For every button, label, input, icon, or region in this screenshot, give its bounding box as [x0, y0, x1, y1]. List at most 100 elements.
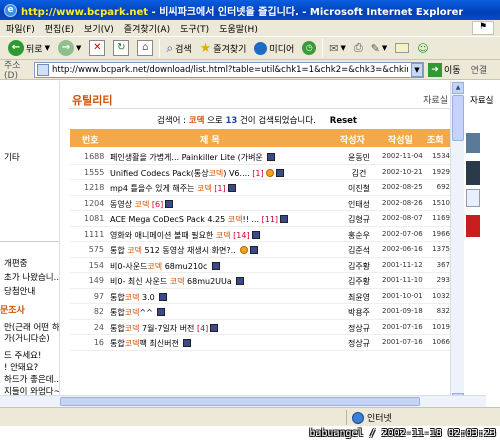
scroll-thumb[interactable] [452, 95, 464, 141]
row-title-link[interactable]: 영화와 애니메이션 볼때 필요한 코덱 [14] [110, 230, 338, 241]
row-title-link[interactable]: Unified Codecs Pack(통상코덱) V6.... [1] [110, 168, 338, 179]
favorites-button[interactable]: ★ 즐겨찾기 [198, 38, 249, 58]
forward-dropdown-icon[interactable]: ▼ [76, 44, 81, 52]
row-writer[interactable]: 정상규 [340, 323, 378, 334]
links-button[interactable]: 연결 [471, 63, 488, 76]
table-row[interactable]: 575 통합 코덱 512 동영상 재생시 화면?.. 김준석 2002-06-16… [70, 242, 450, 258]
discuss-button[interactable] [393, 38, 411, 58]
media-button[interactable]: 미디어 [252, 38, 296, 58]
download-disk-icon[interactable] [275, 168, 284, 177]
reset-link[interactable]: Reset [330, 116, 357, 126]
download-disk-icon[interactable] [236, 277, 245, 285]
download-disk-icon[interactable] [159, 292, 168, 301]
table-row[interactable]: 97 통합코덱 3.0 최윤영 2001-10-01 1032 [70, 289, 450, 304]
archive-link[interactable]: 자료실 [423, 93, 448, 106]
poll-item[interactable]: 드 주세요! [4, 349, 41, 361]
download-disk-icon[interactable] [210, 323, 219, 332]
row-title-link[interactable]: 통합코덱 7월-7일자 버전 [4] [110, 323, 338, 334]
address-input[interactable]: http://www.bcpark.net/download/list.html… [34, 61, 424, 78]
row-writer[interactable]: 홍순우 [340, 230, 378, 241]
vertical-scrollbar[interactable]: ▲ ▼ [450, 81, 464, 406]
download-disk-icon[interactable] [183, 339, 192, 347]
ad-banner-image[interactable] [466, 133, 480, 153]
messenger-button[interactable]: ☺ [415, 38, 430, 58]
stop-button[interactable]: ✕ [87, 38, 107, 58]
address-dropdown-icon[interactable]: ▼ [411, 62, 423, 77]
download-disk-icon[interactable] [280, 215, 289, 223]
row-writer[interactable]: 박용주 [340, 307, 378, 318]
menu-edit[interactable]: 편집(E) [45, 22, 74, 35]
mail-button[interactable]: ✉ ▼ [327, 38, 348, 58]
table-row[interactable]: 149 비0- 최신 사운드 코덱 68mu2UUa 김주황 2001-11-10 2… [70, 273, 450, 289]
table-row[interactable]: 1204 동영상 코덱 [6] 인태성 2002-08-26 1510 [70, 196, 450, 211]
table-row[interactable]: 154 비0-사운드코덱 68mu210c 김주황 2001-11-12 367 [70, 258, 450, 273]
download-disk-icon[interactable] [250, 246, 259, 254]
mail-dropdown-icon[interactable]: ▼ [340, 44, 345, 52]
row-title-link[interactable]: 동영상 코덱 [6] [110, 199, 338, 210]
left-news-item[interactable]: 개편중 [4, 257, 27, 269]
download-disk-icon[interactable] [251, 230, 260, 239]
download-disk-icon[interactable] [211, 261, 220, 270]
table-row[interactable]: 1111 영화와 애니메이션 볼때 필요한 코덱 [14] 홍순우 2002-07-0… [70, 227, 450, 242]
ad-banner-image[interactable] [466, 215, 480, 237]
row-writer[interactable]: 최윤영 [340, 292, 378, 303]
menu-favorites[interactable]: 즐겨찾기(A) [124, 22, 170, 35]
menu-tools[interactable]: 도구(T) [180, 22, 209, 35]
table-row[interactable]: 16 통합코덱팩 최신버젼 정상규 2001-07-16 1066 [70, 335, 450, 351]
poll-item[interactable]: ! 안돼요? [4, 361, 38, 373]
row-writer[interactable]: 정상규 [340, 338, 378, 349]
row-title-link[interactable]: 통합코덱팩 최신버젼 [110, 338, 338, 349]
row-title-link[interactable]: 페인생활을 가볍게... Painkiller Lite (가벼운 [110, 152, 338, 163]
back-button[interactable]: ← 뒤로 ▼ [6, 38, 52, 58]
row-title-link[interactable]: 비0- 최신 사운드 코덱 68mu2UUa [110, 276, 338, 287]
row-title-link[interactable]: 통합 코덱 512 동영상 재생시 화면?.. [110, 245, 338, 256]
left-news-item[interactable]: 초가 나왔습니.. [4, 271, 59, 283]
download-disk-icon[interactable] [157, 308, 166, 316]
menu-file[interactable]: 파일(F) [6, 22, 35, 35]
download-disk-icon[interactable] [227, 184, 236, 192]
row-writer[interactable]: 윤동민 [340, 152, 378, 163]
table-row[interactable]: 1555 Unified Codecs Pack(통상코덱) V6.... [1]… [70, 165, 450, 180]
horizontal-scroll-thumb[interactable] [60, 397, 420, 406]
row-title-link[interactable]: mp4 틀을수 있게 해주는 코덱 [1] [110, 183, 338, 194]
home-button[interactable]: ⌂ [135, 38, 155, 58]
row-title-link[interactable]: 통합코덱 3.0 [110, 292, 338, 303]
edit-dropdown-icon[interactable]: ▼ [382, 44, 387, 52]
ad-banner-image[interactable] [466, 189, 480, 207]
horizontal-scrollbar[interactable] [0, 395, 486, 407]
table-row[interactable]: 82 통합코덱^^ 박용주 2001-09-18 832 [70, 304, 450, 320]
left-news-item[interactable]: 당첨안내 [4, 285, 35, 297]
row-writer[interactable]: 이진철 [340, 183, 378, 194]
row-writer[interactable]: 김형규 [340, 214, 378, 225]
table-row[interactable]: 1218 mp4 틀을수 있게 해주는 코덱 [1] 이진철 2002-08-25 69… [70, 180, 450, 196]
table-row[interactable]: 1081 ACE Mega CoDecS Pack 4.25 코덱!! ... [… [70, 211, 450, 227]
poll-item[interactable]: 하드가 좋은데.. [4, 373, 59, 385]
download-disk-icon[interactable] [267, 153, 276, 161]
refresh-button[interactable]: ↻ [111, 38, 131, 58]
forward-button[interactable]: → ▼ [56, 38, 83, 58]
scroll-up-icon[interactable]: ▲ [452, 82, 464, 94]
table-row[interactable]: 24 통합코덱 7월-7일자 버전 [4] 정상규 2001-07-16 1019 [70, 320, 450, 335]
row-writer[interactable]: 김준석 [340, 245, 378, 256]
menu-view[interactable]: 보기(V) [84, 22, 114, 35]
left-menu-item[interactable]: 기타 [4, 151, 20, 163]
row-title-link[interactable]: 통합코덱^^ [110, 307, 338, 318]
download-disk-icon[interactable] [165, 199, 174, 208]
row-title-link[interactable]: ACE Mega CoDecS Pack 4.25 코덱!! ... [11] [110, 214, 338, 225]
row-writer[interactable]: 인태성 [340, 199, 378, 210]
back-dropdown-icon[interactable]: ▼ [45, 44, 50, 52]
search-button[interactable]: ⌕ 검색 [164, 38, 193, 58]
print-button[interactable]: ⎙ [352, 38, 365, 58]
edit-button[interactable]: ✎ ▼ [369, 38, 390, 58]
row-writer[interactable]: 김주황 [340, 261, 378, 272]
poll-item[interactable]: 가(거니다순) [4, 332, 50, 344]
row-writer[interactable]: 김주황 [340, 276, 378, 287]
row-title-link[interactable]: 비0-사운드코덱 68mu210c [110, 261, 338, 272]
history-button[interactable]: ◷ [300, 38, 318, 58]
ad-banner-image[interactable] [466, 161, 480, 185]
menu-help[interactable]: 도움말(H) [219, 22, 258, 35]
table-row[interactable]: 1688 페인생활을 가볍게... Painkiller Lite (가벼운 윤동… [70, 149, 450, 165]
go-button[interactable]: ➜ 이동 [428, 62, 461, 77]
row-writer[interactable]: 김건 [340, 168, 378, 179]
right-frame-link[interactable]: 자료실 [470, 94, 493, 106]
